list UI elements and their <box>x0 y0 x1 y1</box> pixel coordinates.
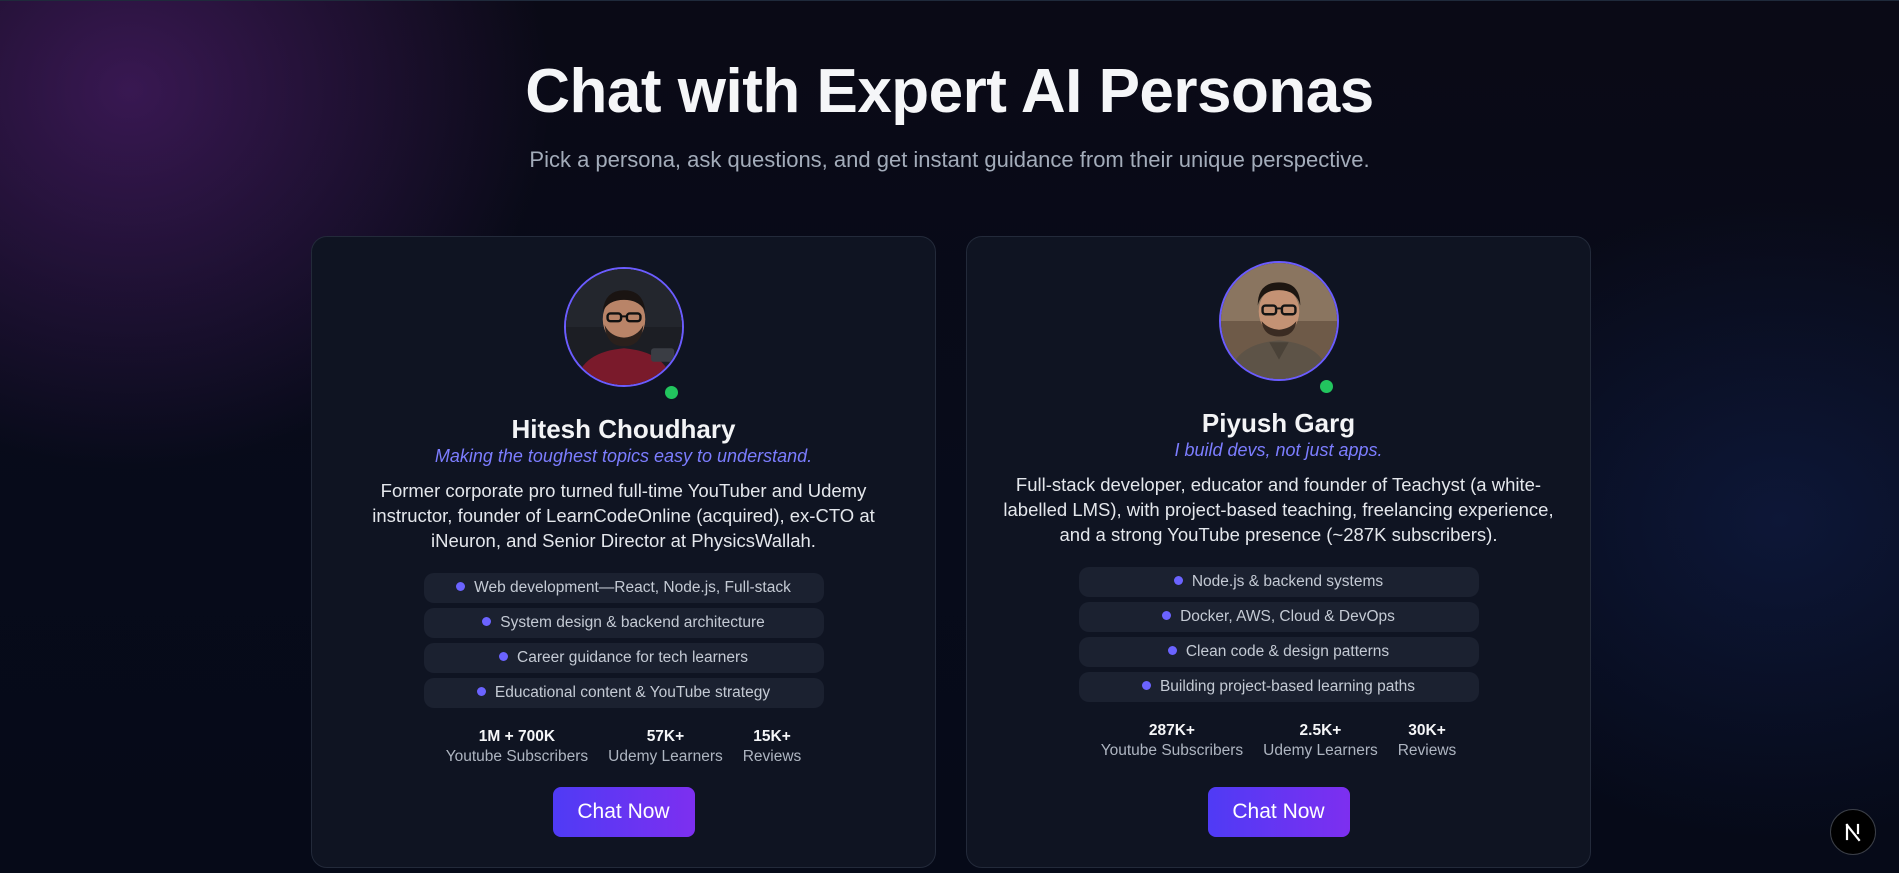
stats-row: 1M + 700K Youtube Subscribers 57K+ Udemy… <box>312 727 935 767</box>
stat-value: 30K+ <box>1408 722 1446 739</box>
persona-card-piyush: Piyush Garg I build devs, not just apps.… <box>966 236 1591 868</box>
bullet-dot-icon <box>1167 646 1177 655</box>
stat-value: 15K+ <box>753 728 791 745</box>
persona-card-hitesh: Hitesh Choudhary Making the toughest top… <box>311 236 936 868</box>
bio-line: instructor, founder of LearnCodeOnline (… <box>372 505 875 526</box>
stat-value: 287K+ <box>1148 722 1195 739</box>
stats-row: 287K+ Youtube Subscribers 2.5K+ Udemy Le… <box>967 721 1590 761</box>
bio-line: labelled LMS), with project-based teachi… <box>1003 499 1554 520</box>
stat-youtube-subscribers: 1M + 700K Youtube Subscribers <box>446 727 588 767</box>
avatar-portrait-icon <box>1220 263 1337 379</box>
nextjs-logo-icon <box>1845 823 1861 842</box>
skill-label: Career guidance for tech learners <box>517 649 748 666</box>
skill-label: Building project-based learning paths <box>1159 678 1416 695</box>
bullet-dot-icon <box>1141 681 1151 690</box>
stat-value: 57K+ <box>646 728 685 745</box>
stat-udemy-learners: 2.5K+ Udemy Learners <box>1263 721 1378 761</box>
skill-list: Node.js & backend systems Docker, AWS, C… <box>1078 567 1479 707</box>
avatar-container <box>563 267 684 401</box>
persona-tagline: Making the toughest topics easy to under… <box>434 446 813 466</box>
stat-label: Udemy Learners <box>608 748 723 765</box>
online-status-indicator <box>662 384 680 401</box>
page-title: Chat with Expert AI Personas <box>525 57 1374 126</box>
stat-youtube-subscribers: 287K+ Youtube Subscribers <box>1101 721 1243 761</box>
skill-tag: Building project-based learning paths <box>1078 672 1479 702</box>
stat-value: 1M + 700K <box>478 728 556 745</box>
stat-label: Reviews <box>1397 742 1457 759</box>
persona-name: Piyush Garg <box>1201 408 1356 438</box>
chat-now-button[interactable]: Chat Now <box>1207 787 1350 837</box>
nextjs-dev-badge[interactable] <box>1830 809 1876 855</box>
bio-line: and a strong YouTube presence (~287K sub… <box>1059 524 1498 545</box>
avatar <box>563 267 684 387</box>
stat-label: Udemy Learners <box>1263 742 1378 759</box>
avatar-container <box>1218 261 1339 395</box>
skill-list: Web development—React, Node.js, Full-sta… <box>423 573 824 713</box>
skill-tag: Educational content & YouTube strategy <box>423 678 824 708</box>
skill-label: Educational content & YouTube strategy <box>494 684 771 701</box>
page-subtitle: Pick a persona, ask questions, and get i… <box>529 147 1370 172</box>
avatar <box>1218 261 1339 381</box>
stat-value: 2.5K+ <box>1299 722 1342 739</box>
avatar-portrait-icon <box>565 269 682 385</box>
skill-label: Node.js & backend systems <box>1191 573 1384 590</box>
skill-tag: Career guidance for tech learners <box>423 643 824 673</box>
persona-name: Hitesh Choudhary <box>511 414 736 444</box>
bullet-dot-icon <box>1173 576 1183 585</box>
persona-bio: Former corporate pro turned full-time Yo… <box>344 478 904 553</box>
skill-label: Docker, AWS, Cloud & DevOps <box>1180 608 1395 625</box>
stat-udemy-learners: 57K+ Udemy Learners <box>608 727 723 767</box>
skill-tag: System design & backend architecture <box>423 608 824 638</box>
stat-label: Youtube Subscribers <box>1100 742 1244 759</box>
stat-label: Youtube Subscribers <box>445 748 589 765</box>
skill-tag: Web development—React, Node.js, Full-sta… <box>423 573 824 603</box>
stat-reviews: 30K+ Reviews <box>1398 721 1457 761</box>
bullet-dot-icon <box>499 652 509 661</box>
bullet-dot-icon <box>476 687 486 696</box>
chat-now-button[interactable]: Chat Now <box>552 787 695 837</box>
persona-tagline: I build devs, not just apps. <box>1174 440 1383 460</box>
top-border <box>0 0 1899 1</box>
skill-tag: Node.js & backend systems <box>1078 567 1479 597</box>
persona-bio: Full-stack developer, educator and found… <box>979 472 1579 547</box>
bullet-dot-icon <box>482 617 492 626</box>
skill-label: Web development—React, Node.js, Full-sta… <box>474 579 791 596</box>
bio-line: iNeuron, and Senior Director at PhysicsW… <box>431 530 816 551</box>
skill-label: Clean code & design patterns <box>1185 643 1390 660</box>
skill-tag: Clean code & design patterns <box>1078 637 1479 667</box>
skill-tag: Docker, AWS, Cloud & DevOps <box>1078 602 1479 632</box>
bio-line: Full-stack developer, educator and found… <box>1015 474 1542 495</box>
bullet-dot-icon <box>456 582 466 591</box>
bullet-dot-icon <box>1162 611 1172 620</box>
bio-line: Former corporate pro turned full-time Yo… <box>380 480 867 501</box>
online-status-indicator <box>1317 378 1335 395</box>
stat-reviews: 15K+ Reviews <box>743 727 802 767</box>
stat-label: Reviews <box>742 748 802 765</box>
skill-label: System design & backend architecture <box>500 614 765 631</box>
